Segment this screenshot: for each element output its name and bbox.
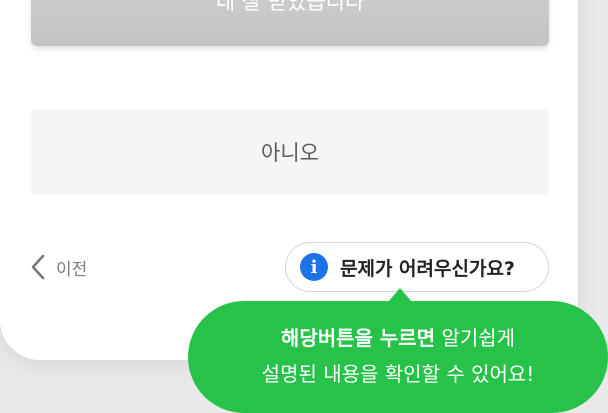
tooltip-tail	[388, 288, 412, 302]
chevron-left-icon	[31, 254, 45, 280]
no-button[interactable]: 아니오	[31, 109, 549, 195]
tooltip-line-1: 해당버튼을 누르면 알기쉽게	[188, 320, 608, 356]
tooltip-bold-text: 해당버튼을 누르면	[280, 326, 436, 350]
tooltip-rest-text: 알기쉽게	[435, 326, 516, 350]
info-icon: i	[300, 253, 328, 281]
yes-received-label: 네 잘 받았습니다	[215, 0, 365, 14]
help-label: 문제가 어려우신가요?	[340, 257, 515, 280]
no-label: 아니오	[261, 141, 319, 165]
tooltip-line-2: 설명된 내용을 확인할 수 있어요!	[261, 362, 535, 386]
previous-label: 이전	[56, 259, 88, 280]
help-button[interactable]: i 문제가 어려우신가요?	[285, 242, 549, 292]
help-tooltip: 해당버튼을 누르면 알기쉽게 설명된 내용을 확인할 수 있어요!	[188, 288, 608, 413]
yes-received-button[interactable]: 네 잘 받았습니다	[31, 0, 549, 46]
previous-button[interactable]: 이전	[28, 252, 87, 282]
screen: 네 잘 받았습니다 아니오 이전 i 문제가 어려우신가요? 해당버튼을 누르면…	[0, 0, 608, 413]
